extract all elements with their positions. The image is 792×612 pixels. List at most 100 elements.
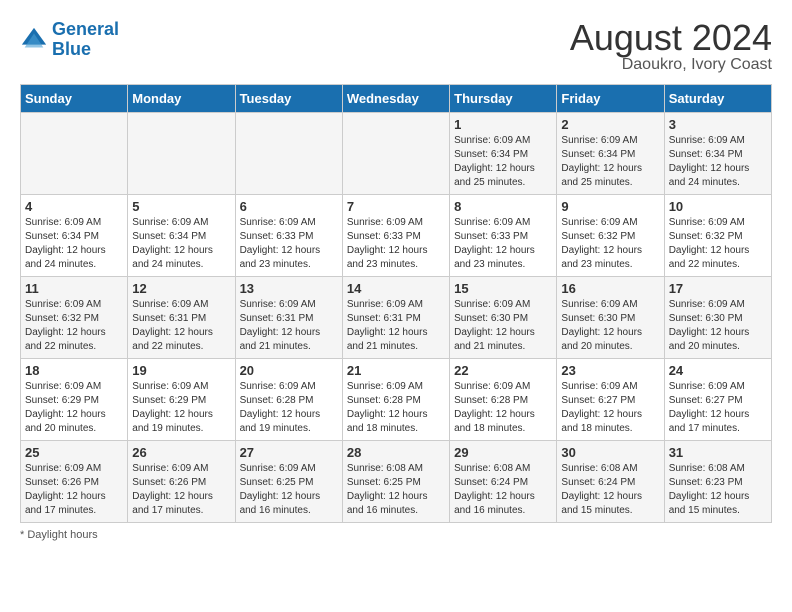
day-info: Sunrise: 6:09 AM Sunset: 6:29 PM Dayligh… xyxy=(25,380,123,436)
day-info: Sunrise: 6:08 AM Sunset: 6:23 PM Dayligh… xyxy=(669,462,767,518)
calendar-day-cell: 2Sunrise: 6:09 AM Sunset: 6:34 PM Daylig… xyxy=(557,113,664,195)
calendar-week-row: 4Sunrise: 6:09 AM Sunset: 6:34 PM Daylig… xyxy=(21,195,772,277)
day-number: 21 xyxy=(347,363,445,378)
day-info: Sunrise: 6:09 AM Sunset: 6:28 PM Dayligh… xyxy=(347,380,445,436)
day-number: 22 xyxy=(454,363,552,378)
calendar-day-cell: 6Sunrise: 6:09 AM Sunset: 6:33 PM Daylig… xyxy=(235,195,342,277)
day-number: 23 xyxy=(561,363,659,378)
day-number: 30 xyxy=(561,445,659,460)
day-number: 10 xyxy=(669,199,767,214)
day-info: Sunrise: 6:08 AM Sunset: 6:24 PM Dayligh… xyxy=(454,462,552,518)
day-number: 12 xyxy=(132,281,230,296)
day-info: Sunrise: 6:09 AM Sunset: 6:28 PM Dayligh… xyxy=(240,380,338,436)
calendar-day-cell: 27 Sunrise: 6:09 AM Sunset: 6:25 PM Dayli… xyxy=(235,441,342,523)
day-number: 6 xyxy=(240,199,338,214)
calendar-day-cell: 20 Sunrise: 6:09 AM Sunset: 6:28 PM Dayli… xyxy=(235,359,342,441)
calendar-day-cell: 31 Sunrise: 6:08 AM Sunset: 6:23 PM Dayli… xyxy=(664,441,771,523)
day-info: Sunrise: 6:09 AM Sunset: 6:31 PM Dayligh… xyxy=(240,298,338,354)
day-info: Sunrise: 6:09 AM Sunset: 6:27 PM Dayligh… xyxy=(561,380,659,436)
logo-icon xyxy=(20,26,48,54)
calendar-day-cell xyxy=(21,113,128,195)
day-info: Sunrise: 6:09 AM Sunset: 6:27 PM Dayligh… xyxy=(669,380,767,436)
day-info: Sunrise: 6:09 AM Sunset: 6:34 PM Dayligh… xyxy=(669,134,767,190)
calendar-day-cell: 4Sunrise: 6:09 AM Sunset: 6:34 PM Daylig… xyxy=(21,195,128,277)
day-number: 20 xyxy=(240,363,338,378)
day-info: Sunrise: 6:09 AM Sunset: 6:30 PM Dayligh… xyxy=(454,298,552,354)
day-number: 8 xyxy=(454,199,552,214)
calendar-week-row: 1Sunrise: 6:09 AM Sunset: 6:34 PM Daylig… xyxy=(21,113,772,195)
day-number: 9 xyxy=(561,199,659,214)
calendar-day-cell: 14 Sunrise: 6:09 AM Sunset: 6:31 PM Dayli… xyxy=(342,277,449,359)
calendar-day-cell: 12Sunrise: 6:09 AM Sunset: 6:31 PM Dayli… xyxy=(128,277,235,359)
calendar-day-cell: 18 Sunrise: 6:09 AM Sunset: 6:29 PM Dayli… xyxy=(21,359,128,441)
calendar-day-cell: 1Sunrise: 6:09 AM Sunset: 6:34 PM Daylig… xyxy=(450,113,557,195)
day-info: Sunrise: 6:09 AM Sunset: 6:32 PM Dayligh… xyxy=(669,216,767,272)
calendar-day-cell: 8 Sunrise: 6:09 AM Sunset: 6:33 PM Daylig… xyxy=(450,195,557,277)
calendar-day-cell: 23 Sunrise: 6:09 AM Sunset: 6:27 PM Dayli… xyxy=(557,359,664,441)
page-title: August 2024 xyxy=(570,20,772,56)
calendar-day-cell xyxy=(128,113,235,195)
calendar-week-row: 18 Sunrise: 6:09 AM Sunset: 6:29 PM Dayli… xyxy=(21,359,772,441)
page-header: General Blue August 2024 Daoukro, Ivory … xyxy=(20,20,772,74)
title-block: August 2024 Daoukro, Ivory Coast xyxy=(570,20,772,74)
day-number: 5 xyxy=(132,199,230,214)
day-info: Sunrise: 6:09 AM Sunset: 6:32 PM Dayligh… xyxy=(561,216,659,272)
day-number: 16 xyxy=(561,281,659,296)
calendar-day-header: Friday xyxy=(557,85,664,113)
day-info: Sunrise: 6:09 AM Sunset: 6:28 PM Dayligh… xyxy=(454,380,552,436)
day-number: 27 xyxy=(240,445,338,460)
day-number: 17 xyxy=(669,281,767,296)
day-number: 18 xyxy=(25,363,123,378)
calendar-day-header: Saturday xyxy=(664,85,771,113)
day-info: Sunrise: 6:09 AM Sunset: 6:29 PM Dayligh… xyxy=(132,380,230,436)
day-info: Sunrise: 6:09 AM Sunset: 6:30 PM Dayligh… xyxy=(561,298,659,354)
day-number: 25 xyxy=(25,445,123,460)
logo: General Blue xyxy=(20,20,119,60)
day-number: 24 xyxy=(669,363,767,378)
day-number: 7 xyxy=(347,199,445,214)
calendar-day-cell: 28 Sunrise: 6:08 AM Sunset: 6:25 PM Dayli… xyxy=(342,441,449,523)
day-number: 19 xyxy=(132,363,230,378)
page-subtitle: Daoukro, Ivory Coast xyxy=(570,56,772,74)
day-number: 15 xyxy=(454,281,552,296)
calendar-day-cell: 24 Sunrise: 6:09 AM Sunset: 6:27 PM Dayli… xyxy=(664,359,771,441)
calendar-day-cell: 25Sunrise: 6:09 AM Sunset: 6:26 PM Dayli… xyxy=(21,441,128,523)
day-number: 3 xyxy=(669,117,767,132)
calendar-day-cell: 5 Sunrise: 6:09 AM Sunset: 6:34 PM Daylig… xyxy=(128,195,235,277)
day-info: Sunrise: 6:08 AM Sunset: 6:24 PM Dayligh… xyxy=(561,462,659,518)
day-number: 28 xyxy=(347,445,445,460)
day-info: Sunrise: 6:08 AM Sunset: 6:25 PM Dayligh… xyxy=(347,462,445,518)
calendar-table: SundayMondayTuesdayWednesdayThursdayFrid… xyxy=(20,84,772,523)
calendar-day-cell: 21 Sunrise: 6:09 AM Sunset: 6:28 PM Dayli… xyxy=(342,359,449,441)
calendar-day-cell: 17 Sunrise: 6:09 AM Sunset: 6:30 PM Dayli… xyxy=(664,277,771,359)
day-info: Sunrise: 6:09 AM Sunset: 6:34 PM Dayligh… xyxy=(454,134,552,190)
calendar-day-cell xyxy=(342,113,449,195)
calendar-day-cell: 30 Sunrise: 6:08 AM Sunset: 6:24 PM Dayli… xyxy=(557,441,664,523)
day-info: Sunrise: 6:09 AM Sunset: 6:32 PM Dayligh… xyxy=(25,298,123,354)
calendar-day-cell xyxy=(235,113,342,195)
day-info: Sunrise: 6:09 AM Sunset: 6:25 PM Dayligh… xyxy=(240,462,338,518)
day-number: 11 xyxy=(25,281,123,296)
footnote: * Daylight hours xyxy=(20,529,772,541)
calendar-day-header: Monday xyxy=(128,85,235,113)
calendar-day-cell: 10 Sunrise: 6:09 AM Sunset: 6:32 PM Dayli… xyxy=(664,195,771,277)
calendar-day-cell: 9 Sunrise: 6:09 AM Sunset: 6:32 PM Daylig… xyxy=(557,195,664,277)
day-number: 26 xyxy=(132,445,230,460)
calendar-header-row: SundayMondayTuesdayWednesdayThursdayFrid… xyxy=(21,85,772,113)
calendar-day-cell: 13Sunrise: 6:09 AM Sunset: 6:31 PM Dayli… xyxy=(235,277,342,359)
calendar-week-row: 11 Sunrise: 6:09 AM Sunset: 6:32 PM Dayli… xyxy=(21,277,772,359)
day-info: Sunrise: 6:09 AM Sunset: 6:34 PM Dayligh… xyxy=(561,134,659,190)
day-info: Sunrise: 6:09 AM Sunset: 6:34 PM Dayligh… xyxy=(132,216,230,272)
day-number: 31 xyxy=(669,445,767,460)
day-info: Sunrise: 6:09 AM Sunset: 6:31 PM Dayligh… xyxy=(347,298,445,354)
calendar-day-cell: 22 Sunrise: 6:09 AM Sunset: 6:28 PM Dayli… xyxy=(450,359,557,441)
logo-blue: Blue xyxy=(52,39,91,59)
calendar-day-cell: 7Sunrise: 6:09 AM Sunset: 6:33 PM Daylig… xyxy=(342,195,449,277)
day-number: 14 xyxy=(347,281,445,296)
calendar-day-header: Tuesday xyxy=(235,85,342,113)
calendar-day-cell: 26Sunrise: 6:09 AM Sunset: 6:26 PM Dayli… xyxy=(128,441,235,523)
calendar-day-cell: 16 Sunrise: 6:09 AM Sunset: 6:30 PM Dayli… xyxy=(557,277,664,359)
day-info: Sunrise: 6:09 AM Sunset: 6:33 PM Dayligh… xyxy=(454,216,552,272)
calendar-day-header: Wednesday xyxy=(342,85,449,113)
day-info: Sunrise: 6:09 AM Sunset: 6:30 PM Dayligh… xyxy=(669,298,767,354)
